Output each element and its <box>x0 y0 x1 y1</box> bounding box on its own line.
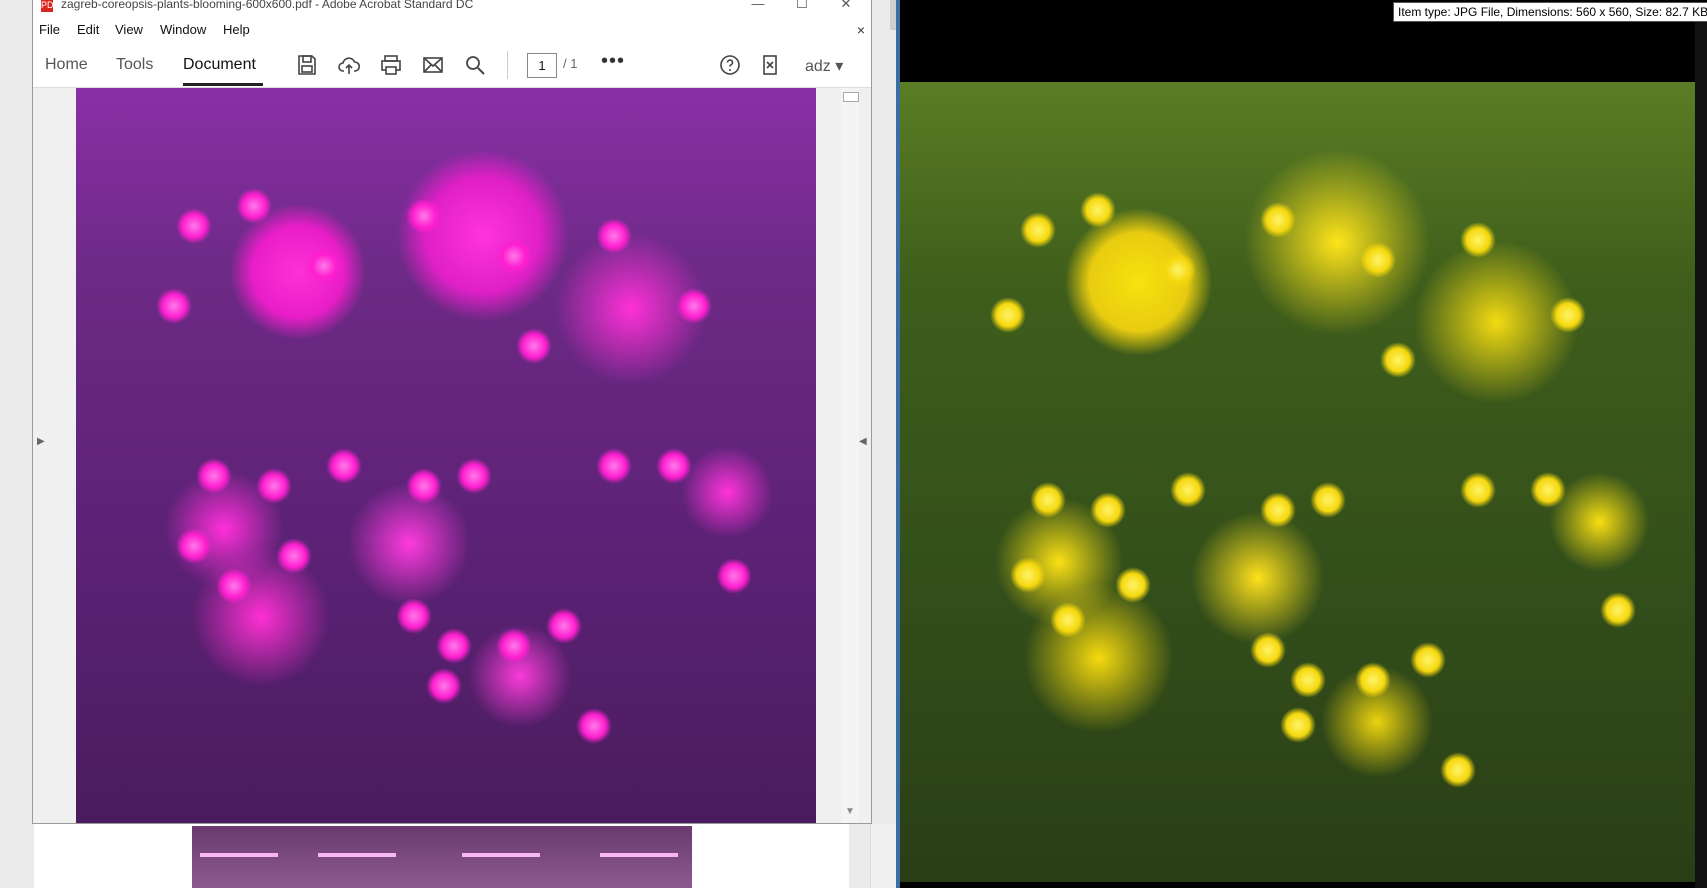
maximize-button[interactable]: ☐ <box>785 0 819 13</box>
flower <box>406 198 442 234</box>
window-title: zagreb-coreopsis-plants-blooming-600x600… <box>61 0 474 11</box>
flower <box>1280 707 1316 743</box>
flower <box>1600 592 1636 628</box>
menu-help[interactable]: Help <box>223 22 250 37</box>
flower <box>656 448 692 484</box>
menu-edit[interactable]: Edit <box>77 22 99 37</box>
title-bar[interactable]: PDF zagreb-coreopsis-plants-blooming-600… <box>33 0 871 13</box>
menu-window[interactable]: Window <box>160 22 206 37</box>
minimize-button[interactable]: — <box>741 0 775 13</box>
flower <box>496 628 532 664</box>
flower <box>1030 482 1066 518</box>
flower <box>1050 602 1086 638</box>
flower <box>216 568 252 604</box>
flower <box>1115 567 1151 603</box>
page-total-label: / 1 <box>563 56 578 71</box>
flower <box>406 468 442 504</box>
document-view[interactable]: ▶ ▼ ◀ <box>33 88 871 823</box>
close-window-button[interactable]: ✕ <box>829 0 863 13</box>
flower <box>456 458 492 494</box>
flower <box>1460 472 1496 508</box>
flower <box>176 208 212 244</box>
flower <box>1260 202 1296 238</box>
save-icon[interactable] <box>295 53 319 77</box>
flower <box>546 608 582 644</box>
image-stripe <box>318 853 396 857</box>
flower <box>1010 557 1046 593</box>
flower <box>1290 662 1326 698</box>
flower <box>1250 632 1286 668</box>
flower <box>156 288 192 324</box>
flower <box>496 238 532 274</box>
flower <box>1530 472 1566 508</box>
user-account-menu[interactable]: adz ▾ <box>805 56 843 76</box>
search-icon[interactable] <box>463 53 487 77</box>
flower <box>1310 482 1346 518</box>
scroll-down-icon[interactable]: ▼ <box>845 806 855 817</box>
flower <box>1550 297 1586 333</box>
right-panel-toggle-icon[interactable]: ◀ <box>859 436 867 447</box>
exit-pdf-icon[interactable] <box>758 53 782 77</box>
flower <box>276 538 312 574</box>
flower <box>196 458 232 494</box>
tab-document[interactable]: Document <box>183 56 256 74</box>
mail-icon[interactable] <box>421 53 445 77</box>
flower <box>1090 492 1126 528</box>
flower <box>716 558 752 594</box>
flower <box>396 598 432 634</box>
pdf-page-image <box>76 88 816 823</box>
tab-tools[interactable]: Tools <box>116 56 153 74</box>
flower <box>1160 252 1196 288</box>
upload-cloud-icon[interactable] <box>337 53 361 77</box>
flower <box>990 297 1026 333</box>
flower <box>426 668 462 704</box>
left-panel-toggle-icon[interactable]: ▶ <box>37 436 45 447</box>
flower <box>1380 342 1416 378</box>
flower <box>596 448 632 484</box>
menu-bar: File Edit View Window Help × <box>33 19 871 41</box>
flower <box>1440 752 1476 788</box>
more-options-icon[interactable]: ••• <box>601 50 625 73</box>
image-stripe <box>600 853 678 857</box>
toolbar-separator <box>507 51 508 79</box>
print-icon[interactable] <box>379 53 403 77</box>
flower <box>1260 492 1296 528</box>
help-icon[interactable] <box>718 53 742 77</box>
flower <box>326 448 362 484</box>
flower <box>1460 222 1496 258</box>
flower <box>436 628 472 664</box>
flower <box>306 248 342 284</box>
active-tab-indicator <box>183 83 263 86</box>
flower <box>1410 642 1446 678</box>
flower <box>676 288 712 324</box>
image-stripe <box>462 853 540 857</box>
pdf-file-icon: PDF <box>41 0 59 12</box>
flower <box>1020 212 1056 248</box>
flower <box>576 708 612 744</box>
scrollbar-thumb[interactable] <box>843 92 859 102</box>
toolbar: Home Tools Document 1 / 1 ••• adz ▾ <box>33 41 871 88</box>
close-document-button[interactable]: × <box>857 22 865 38</box>
flower <box>1080 192 1116 228</box>
tab-home[interactable]: Home <box>45 56 88 74</box>
menu-file[interactable]: File <box>39 22 60 37</box>
menu-view[interactable]: View <box>115 22 143 37</box>
flower <box>1170 472 1206 508</box>
image-stripe <box>200 853 278 857</box>
viewer-scrollbar[interactable] <box>1695 20 1707 888</box>
page-number-input[interactable]: 1 <box>527 53 557 78</box>
flower <box>256 468 292 504</box>
flower <box>1360 242 1396 278</box>
flower <box>596 218 632 254</box>
flower <box>516 328 552 364</box>
background-scrollbar[interactable] <box>870 824 897 888</box>
file-info-tooltip: Item type: JPG File, Dimensions: 560 x 5… <box>1393 2 1707 22</box>
flower <box>176 528 212 564</box>
flower <box>1355 662 1391 698</box>
background-document-image <box>192 826 692 888</box>
acrobat-window: PDF zagreb-coreopsis-plants-blooming-600… <box>32 0 872 824</box>
preview-image <box>900 82 1695 882</box>
flower <box>236 188 272 224</box>
vertical-scrollbar[interactable]: ▼ <box>841 88 859 823</box>
